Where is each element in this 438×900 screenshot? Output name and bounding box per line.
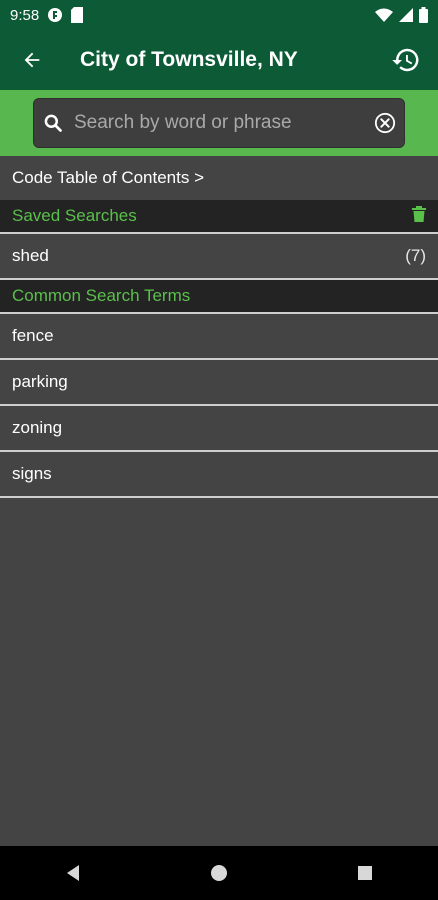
- sd-card-icon: [71, 7, 84, 23]
- history-icon: [392, 48, 419, 72]
- square-recents-icon: [358, 866, 372, 880]
- common-terms-header: Common Search Terms: [0, 280, 438, 314]
- back-button[interactable]: [12, 40, 52, 80]
- search-box: [33, 98, 405, 148]
- saved-searches-title: Saved Searches: [12, 206, 137, 225]
- triangle-back-icon: [67, 865, 79, 881]
- wifi-icon: [375, 8, 393, 22]
- nav-home-button[interactable]: [189, 853, 249, 893]
- clear-icon: [374, 112, 396, 134]
- saved-search-term: shed: [12, 246, 49, 265]
- arrow-left-icon: [24, 52, 40, 68]
- status-bar: 9:58: [0, 0, 438, 30]
- notification-icon: [47, 7, 63, 23]
- trash-icon: [412, 205, 426, 222]
- common-term-label: fence: [12, 326, 54, 345]
- circle-home-icon: [211, 865, 227, 881]
- app-bar: City of Townsville, NY: [0, 30, 438, 90]
- saved-search-count: (7): [405, 246, 426, 265]
- common-term-label: parking: [12, 372, 68, 391]
- common-term-label: signs: [12, 464, 52, 483]
- system-nav-bar: [0, 846, 438, 900]
- common-term-item[interactable]: fence: [0, 314, 438, 360]
- search-icon: [42, 112, 64, 134]
- battery-icon: [419, 7, 428, 23]
- status-time: 9:58: [10, 6, 40, 24]
- search-input[interactable]: [72, 111, 374, 135]
- status-left: 9:58: [10, 6, 84, 24]
- common-term-label: zoning: [12, 418, 63, 437]
- delete-saved-searches-button[interactable]: [412, 205, 426, 227]
- nav-back-button[interactable]: [43, 853, 103, 893]
- saved-searches-header: Saved Searches: [0, 200, 438, 234]
- status-right: [375, 7, 428, 23]
- toc-link[interactable]: Code Table of Contents >: [0, 156, 438, 200]
- toc-label: Code Table of Contents >: [12, 168, 205, 187]
- common-term-item[interactable]: parking: [0, 360, 438, 406]
- common-terms-title: Common Search Terms: [12, 286, 191, 305]
- search-band: [0, 90, 438, 156]
- signal-icon: [399, 8, 413, 22]
- common-term-item[interactable]: zoning: [0, 406, 438, 452]
- clear-search-button[interactable]: [374, 112, 396, 134]
- common-term-item[interactable]: signs: [0, 452, 438, 498]
- page-title: City of Townsville, NY: [80, 48, 298, 71]
- saved-search-item[interactable]: shed (7): [0, 234, 438, 280]
- history-button[interactable]: [386, 40, 426, 80]
- nav-recents-button[interactable]: [335, 853, 395, 893]
